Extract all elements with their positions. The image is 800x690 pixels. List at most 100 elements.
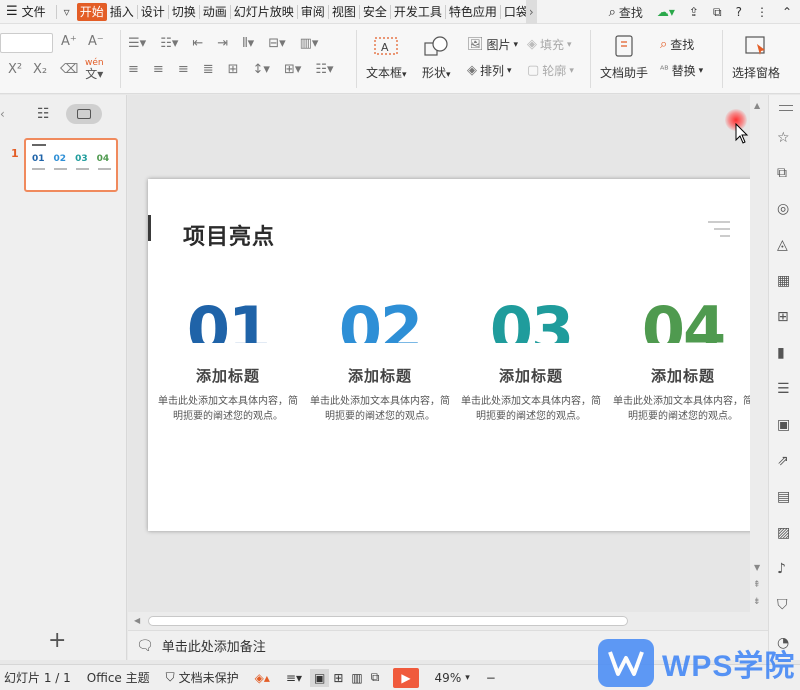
selection-pane-button[interactable]: 选择窗格 — [732, 34, 780, 81]
numbered-list-icon[interactable]: ☷▾ — [160, 36, 178, 51]
slide-title[interactable]: 项目亮点 — [183, 219, 275, 251]
slides-view-icon[interactable] — [66, 104, 102, 124]
shapes-icon[interactable]: ◎ — [777, 201, 793, 217]
collapse-panel-icon[interactable]: ‹ — [0, 107, 5, 121]
chart-icon[interactable]: ▮ — [777, 345, 793, 361]
horizontal-scrollbar[interactable]: ◀ — [128, 612, 750, 630]
collaborate-icon[interactable]: ⧉ — [713, 5, 722, 20]
grid-icon[interactable]: ⊞ — [777, 309, 793, 325]
tab-home[interactable]: 开始 — [76, 2, 107, 21]
replace-button[interactable]: ᴬᴮ 替换 ▾ — [660, 62, 703, 79]
superscript-button[interactable]: X² — [8, 62, 22, 77]
decrease-indent-icon[interactable]: ⇤ — [192, 36, 203, 51]
star-icon[interactable]: ☆ — [777, 130, 793, 146]
tab-developer[interactable]: 开发工具 — [392, 0, 444, 24]
slide[interactable]: 项目亮点 01 添加标题 单击此处添加文本具体内容，简明扼要的阐述您的观点。 0… — [148, 179, 750, 531]
object-icon[interactable]: ⧉ — [777, 165, 793, 181]
paragraph-spacing-icon[interactable]: ⊞▾ — [284, 62, 301, 77]
tab-pocket[interactable]: 口袋 — [502, 0, 526, 24]
pane-menu-icon[interactable] — [779, 105, 793, 111]
scroll-down-icon[interactable]: ▼ — [754, 563, 760, 572]
outline-view-icon[interactable]: ☷ — [37, 106, 50, 122]
collapse-ribbon-icon[interactable]: ⌃ — [782, 5, 792, 19]
highlight-column-4[interactable]: 04 添加标题 单击此处添加文本具体内容，简明扼要的阐述您的观点。 — [613, 297, 750, 424]
distribute-icon[interactable]: ⊞ — [228, 62, 239, 77]
tab-design[interactable]: 设计 — [139, 0, 167, 24]
line-spacing-icon[interactable]: ↕▾ — [253, 62, 270, 77]
more-options-icon[interactable]: ⋮ — [756, 5, 768, 19]
picture-button[interactable]: 🖼 图片 ▾ — [467, 36, 518, 53]
columns-icon[interactable]: ▥▾ — [300, 36, 319, 51]
picture-icon[interactable]: ▨ — [777, 525, 793, 541]
scroll-thumb[interactable] — [148, 616, 628, 626]
bullet-list-icon[interactable]: ☰▾ — [128, 36, 146, 51]
file-menu[interactable]: ☰ 文件 — [0, 0, 48, 24]
quick-access-dropdown-icon[interactable]: ▿ — [58, 0, 76, 24]
fill-button[interactable]: ◈ 填充 ▾ — [527, 36, 572, 53]
paragraph-settings-icon[interactable]: ☷▾ — [315, 62, 333, 77]
shape-button[interactable]: 形状▾ — [422, 34, 451, 81]
settings-sliders-icon[interactable]: ☰ — [777, 381, 793, 397]
justify-icon[interactable]: ≣ — [203, 62, 214, 77]
search-button[interactable]: ⌕ 查找 — [609, 4, 643, 21]
prev-slide-icon[interactable]: ⇞ — [753, 580, 761, 590]
text-direction-icon[interactable]: ⫴▾ — [242, 36, 254, 51]
arrange-button[interactable]: ◈ 排列 ▾ — [467, 62, 512, 79]
highlight-column-2[interactable]: 02 添加标题 单击此处添加文本具体内容，简明扼要的阐述您的观点。 — [310, 297, 450, 424]
tab-insert[interactable]: 插入 — [108, 0, 136, 24]
theme-name[interactable]: Office 主题 — [79, 669, 158, 686]
textbox-button[interactable]: A 文本框▾ — [366, 34, 407, 81]
tab-transition[interactable]: 切换 — [170, 0, 198, 24]
sound-icon[interactable]: ♪ — [777, 561, 793, 577]
subscript-button[interactable]: X₂ — [33, 62, 47, 77]
align-left-icon[interactable]: ≡ — [128, 62, 139, 77]
beautify-button[interactable]: ◈▴ — [247, 671, 278, 685]
help-icon[interactable]: ? — [736, 5, 742, 19]
outline-button[interactable]: ▢ 轮廓 ▾ — [527, 62, 574, 79]
zoom-level[interactable]: 49% ▾ — [427, 671, 478, 685]
tab-animation[interactable]: 动画 — [201, 0, 229, 24]
export-icon[interactable]: ⇗ — [777, 453, 793, 469]
protection-status[interactable]: ⛉ 文档未保护 — [158, 669, 247, 686]
vertical-scrollbar[interactable]: ▲ ▼ ⇞ ⇟ — [750, 95, 768, 630]
fill-icon[interactable]: ◬ — [777, 237, 793, 253]
scroll-up-icon[interactable]: ▲ — [754, 101, 760, 110]
tab-view[interactable]: 视图 — [330, 0, 358, 24]
archive-icon[interactable]: ▤ — [777, 489, 793, 505]
tab-security[interactable]: 安全 — [361, 0, 389, 24]
font-size-box[interactable] — [0, 33, 53, 53]
doc-assistant-button[interactable]: 文档助手 — [600, 34, 648, 81]
cloud-sync-icon[interactable]: ☁▾ — [657, 5, 675, 19]
font-shrink-button[interactable]: A⁻ — [88, 34, 104, 49]
zoom-out-button[interactable]: − — [478, 671, 504, 685]
phonetic-guide-button[interactable]: wén 文▾ — [85, 58, 104, 80]
table-icon[interactable]: ▦ — [777, 273, 793, 289]
next-slide-icon[interactable]: ⇟ — [753, 597, 761, 607]
tab-features[interactable]: 特色应用 — [447, 0, 499, 24]
normal-view-icon[interactable]: ▣ — [309, 668, 330, 687]
highlight-column-1[interactable]: 01 添加标题 单击此处添加文本具体内容，简明扼要的阐述您的观点。 — [158, 297, 298, 424]
play-slideshow-button[interactable]: ▶ — [393, 667, 419, 688]
share-icon[interactable]: ⇪ — [689, 5, 699, 19]
tab-slideshow[interactable]: 幻灯片放映 — [232, 0, 296, 24]
image-icon[interactable]: ▣ — [777, 417, 793, 433]
shield-icon[interactable]: ⛉ — [777, 597, 793, 613]
align-center-icon[interactable]: ≡ — [153, 62, 164, 77]
tab-review[interactable]: 审阅 — [299, 0, 327, 24]
slide-thumbnail[interactable]: 01 02 03 04 — [24, 138, 118, 192]
highlight-column-3[interactable]: 03 添加标题 单击此处添加文本具体内容，简明扼要的阐述您的观点。 — [461, 297, 601, 424]
arrange-icon: ◈ — [467, 63, 477, 78]
sorter-view-icon[interactable]: ⊞ — [329, 671, 347, 685]
reading-view-icon[interactable]: ▥ — [347, 671, 366, 685]
scroll-left-icon[interactable]: ◀ — [134, 616, 140, 625]
font-grow-button[interactable]: A⁺ — [61, 34, 77, 49]
more-tabs-icon[interactable]: › — [525, 0, 537, 24]
notes-toggle-icon[interactable]: ≡▾ — [278, 671, 310, 685]
align-text-icon[interactable]: ⊟▾ — [268, 36, 285, 51]
clear-format-icon[interactable]: ⌫ — [60, 62, 78, 77]
find-button[interactable]: ⌕ 查找 — [660, 36, 694, 53]
align-right-icon[interactable]: ≡ — [178, 62, 189, 77]
increase-indent-icon[interactable]: ⇥ — [217, 36, 228, 51]
presenter-view-icon[interactable]: ⧉ — [367, 670, 384, 685]
add-slide-button[interactable]: + — [48, 628, 66, 653]
